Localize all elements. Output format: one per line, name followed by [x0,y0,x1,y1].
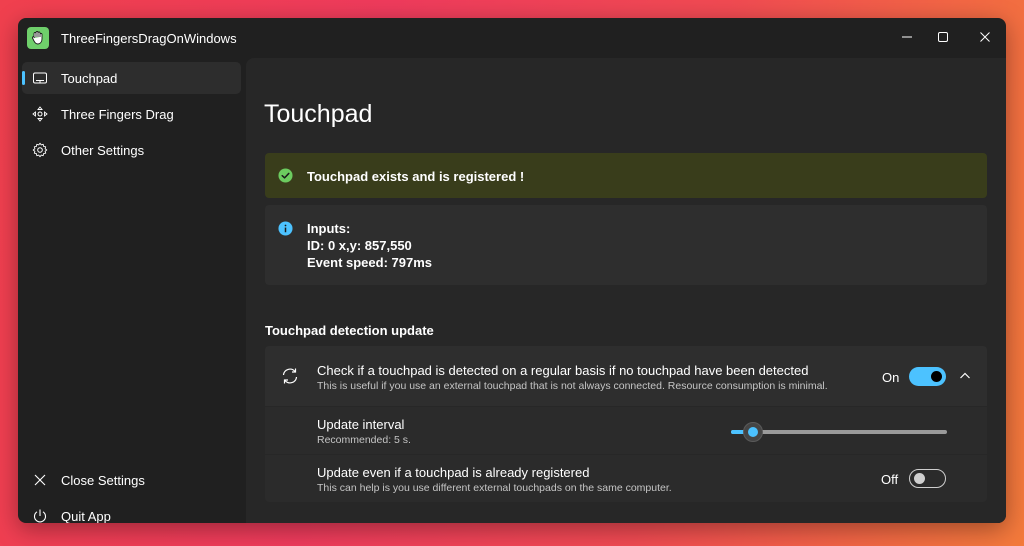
window-title: ThreeFingersDragOnWindows [61,31,237,46]
regular-check-toggle[interactable] [909,367,946,386]
close-icon [34,474,46,486]
refresh-icon [282,368,298,384]
chevron-up-icon[interactable] [958,369,972,383]
info-line: Inputs: [307,221,351,236]
main-content: Touchpad Touchpad exists and is register… [246,58,1006,523]
status-bar: Touchpad exists and is registered ! [265,153,987,198]
active-indicator [22,71,25,85]
power-icon [33,509,47,523]
setting-description: This is useful if you use an external to… [317,380,828,392]
hand-icon [27,27,49,49]
check-circle-icon [278,168,293,183]
info-line: Event speed: 797ms [307,255,433,270]
sidebar-item-three-fingers-drag[interactable]: Three Fingers Drag [22,98,241,130]
sidebar-item-touchpad[interactable]: Touchpad [22,62,241,94]
toggle-state-label: On [882,370,900,385]
close-window-button[interactable] [964,22,1006,52]
status-text: Touchpad exists and is registered ! [307,169,525,184]
sidebar: Touchpad Three Fingers Drag Other Settin… [18,58,246,523]
update-interval-setting: Update interval Recommended: 5 s. [265,407,987,454]
toggle-state-label: Off [881,472,899,487]
setting-title: Update even if a touchpad is already reg… [317,465,590,480]
page-title: Touchpad [264,100,373,128]
touchpad-icon [33,72,47,84]
setting-title: Check if a touchpad is detected on a reg… [317,363,809,378]
toggle-knob [931,371,942,382]
quit-app-label: Quit App [61,509,111,523]
title-bar: ThreeFingersDragOnWindows [18,18,1006,58]
setting-description: Recommended: 5 s. [317,434,411,446]
setting-description: This can help is you use different exter… [317,482,672,494]
sidebar-item-label: Touchpad [61,71,118,86]
section-title: Touchpad detection update [265,323,434,338]
info-panel: Inputs: ID: 0 x,y: 857,550 Event speed: … [265,205,987,285]
minimize-icon [902,36,912,38]
quit-app-button[interactable]: Quit App [22,500,241,523]
sidebar-item-other-settings[interactable]: Other Settings [22,134,241,166]
maximize-icon [938,32,948,42]
sidebar-item-label: Other Settings [61,143,145,158]
regular-check-setting[interactable]: Check if a touchpad is detected on a reg… [265,346,987,406]
info-icon [278,221,293,236]
close-icon [980,32,990,42]
update-registered-setting: Update even if a touchpad is already reg… [265,455,987,502]
update-registered-toggle[interactable] [909,469,946,488]
setting-title: Update interval [317,417,405,432]
update-interval-slider[interactable] [731,422,947,442]
slider-thumb[interactable] [743,422,763,442]
sidebar-item-label: Three Fingers Drag [61,107,174,122]
toggle-knob [914,473,925,484]
close-settings-label: Close Settings [61,473,145,488]
drag-icon [32,106,48,122]
info-line: ID: 0 x,y: 857,550 [307,238,412,253]
close-settings-button[interactable]: Close Settings [22,464,241,496]
maximize-button[interactable] [922,22,964,52]
app-window: ThreeFingersDragOnWindows Touchpad Three… [18,18,1006,523]
gear-icon [32,142,48,158]
